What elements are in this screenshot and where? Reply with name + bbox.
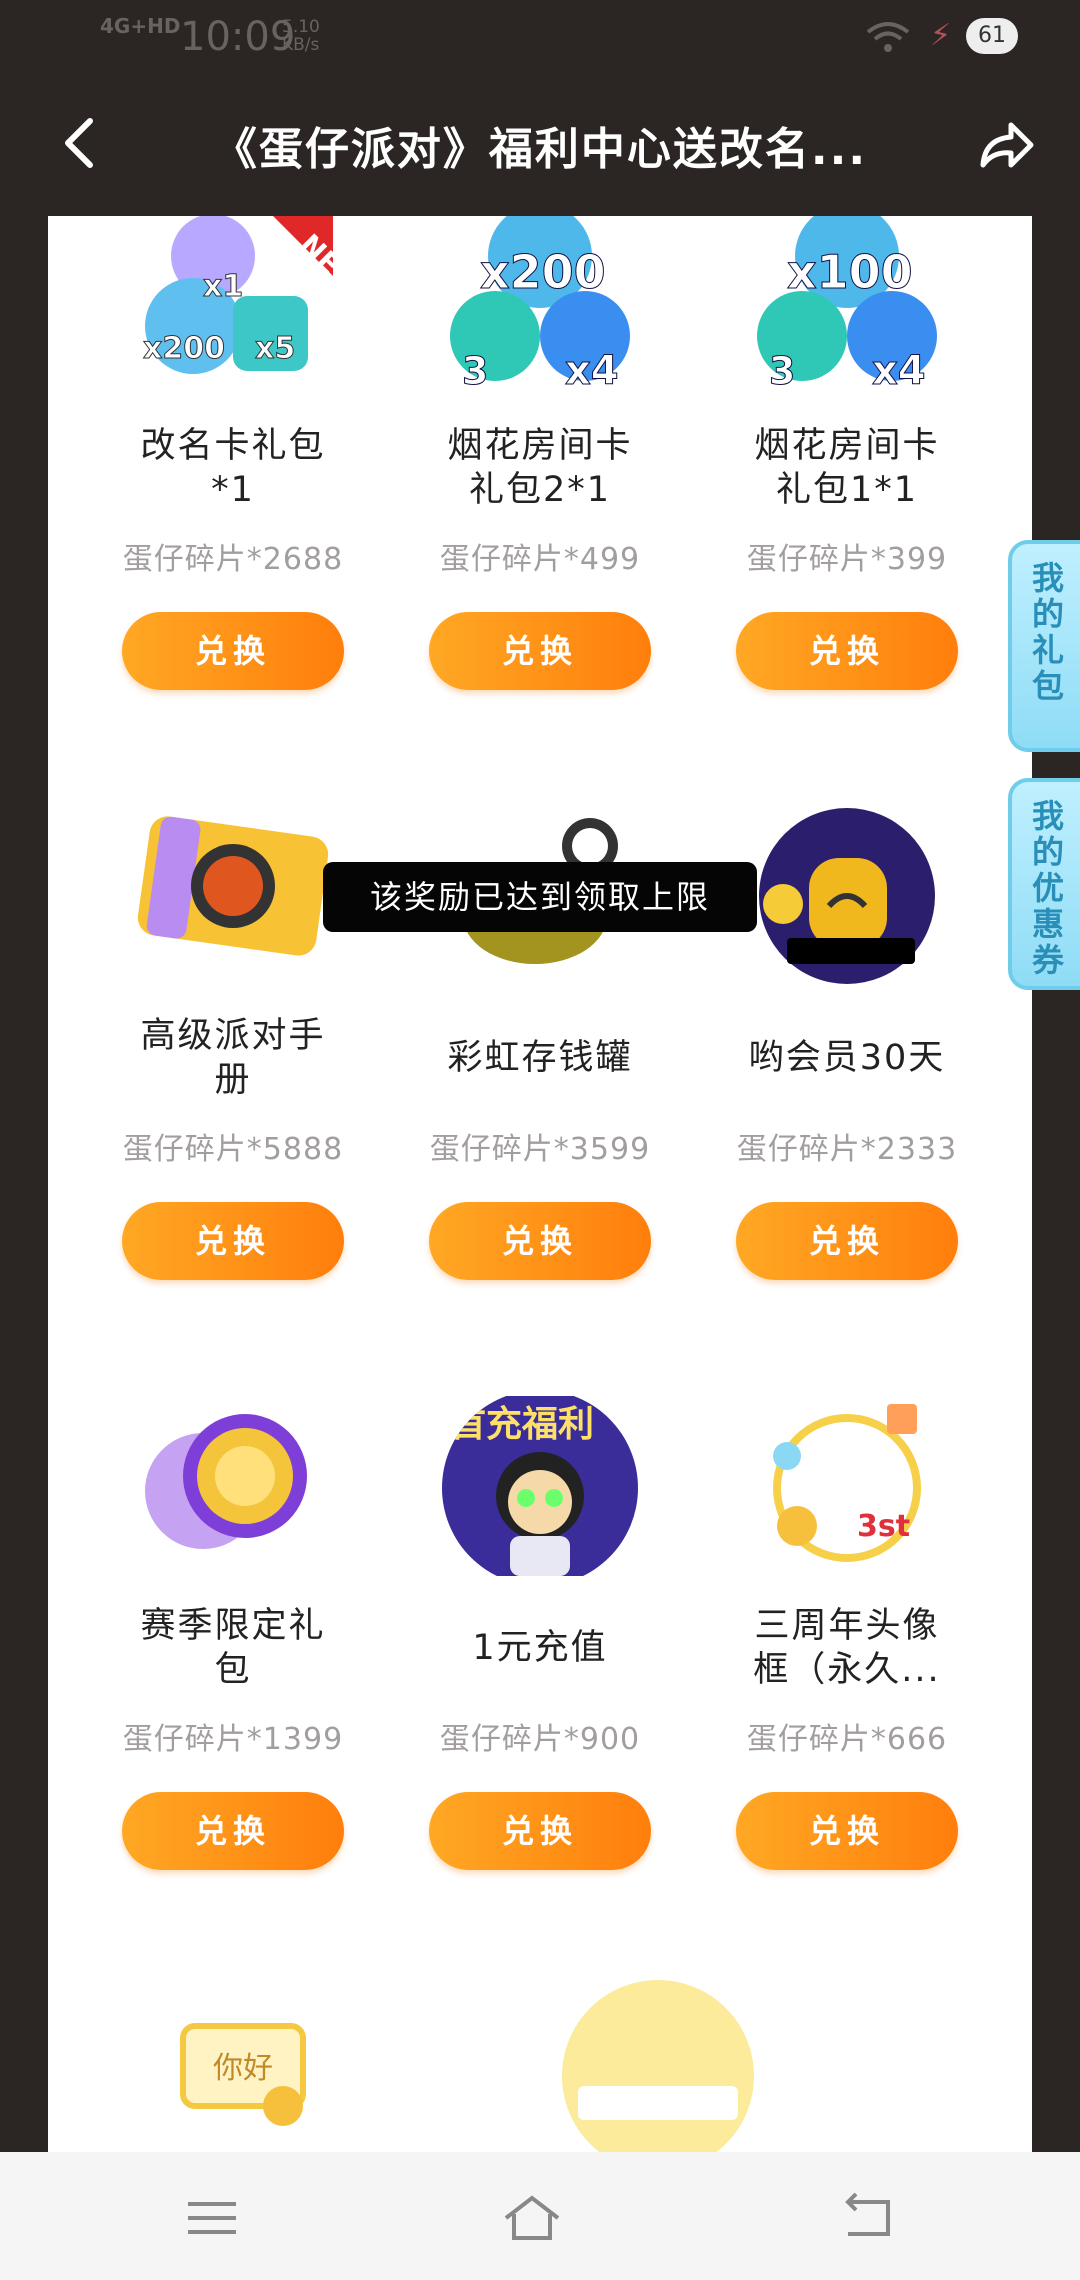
- reward-name: 哟会员30天: [748, 1038, 946, 1078]
- reward-name: 烟花房间卡礼包1*1: [754, 426, 940, 510]
- svg-text:首充福利: 首充福利: [450, 1404, 594, 1445]
- app-header: 《蛋仔派对》福利中心送改名...: [0, 75, 1080, 215]
- page-title: 《蛋仔派对》福利中心送改名...: [212, 124, 868, 175]
- reward-price: 蛋仔碎片*666: [746, 1722, 948, 1757]
- exchange-button[interactable]: 兑换: [122, 1202, 344, 1280]
- reward-image-hello-frame: 你好: [133, 1986, 333, 2152]
- exchange-button[interactable]: 兑换: [122, 612, 344, 690]
- reward-card: 3st 三周年头像框（永久... 蛋仔碎片*666 兑换: [697, 1396, 997, 1870]
- side-tab-label: 我的优惠券: [1031, 797, 1064, 979]
- reward-price: 蛋仔碎片*900: [439, 1722, 641, 1757]
- toast-message: 该奖励已达到领取上限: [323, 862, 757, 932]
- svg-text:x4: x4: [872, 348, 926, 394]
- side-tab-my-coupons[interactable]: 我的优惠券: [1008, 778, 1080, 990]
- reward-image-rename-pack: NEW x1 x200 x5: [133, 216, 368, 396]
- reward-price: 蛋仔碎片*2333: [736, 1132, 958, 1167]
- share-icon[interactable]: [975, 115, 1035, 175]
- svg-text:你好: 你好: [213, 2051, 273, 2086]
- exchange-button[interactable]: 兑换: [122, 1792, 344, 1870]
- reward-price: 蛋仔碎片*1399: [122, 1722, 344, 1757]
- reward-price: 蛋仔碎片*3599: [429, 1132, 651, 1167]
- clock: 10:09: [180, 14, 296, 60]
- reward-image-anniversary-frame: 3st: [747, 1396, 947, 1576]
- reward-image-firework-room-card-1: x100 3 x4: [747, 216, 947, 396]
- reward-name: 1元充值: [472, 1628, 608, 1668]
- reward-image-recharge-1-yuan: 首充福利: [440, 1390, 640, 1586]
- reward-card: 首充福利 1元充值 蛋仔碎片*900 兑换: [390, 1390, 690, 1870]
- rewards-panel[interactable]: NEW x1 x200 x5 改名卡礼包*1 蛋仔碎片*2688 兑换 x200…: [48, 216, 1032, 2152]
- exchange-button[interactable]: 兑换: [736, 1202, 958, 1280]
- reward-image-party-handbook: [133, 806, 333, 986]
- reward-price: 蛋仔碎片*399: [746, 542, 948, 577]
- reward-price: 蛋仔碎片*499: [439, 542, 641, 577]
- side-tab-my-gifts[interactable]: 我的礼包: [1008, 540, 1080, 752]
- wifi-icon: [866, 22, 910, 52]
- network-indicator: 4G+HD: [100, 14, 181, 38]
- svg-text:x200: x200: [480, 245, 606, 299]
- back-icon[interactable]: [838, 2188, 898, 2248]
- reward-name: 高级派对手册: [140, 1016, 326, 1100]
- menu-icon[interactable]: [182, 2188, 242, 2248]
- reward-card: NEW x1 x200 x5 改名卡礼包*1 蛋仔碎片*2688 兑换: [83, 216, 383, 690]
- side-tab-label: 我的礼包: [1031, 559, 1064, 705]
- reward-image-vip-30-days: [747, 806, 947, 986]
- charging-icon: ⚡: [930, 18, 952, 53]
- exchange-button[interactable]: 兑换: [736, 1792, 958, 1870]
- reward-card-partial: 你好: [83, 1986, 383, 2152]
- svg-text:3: 3: [462, 349, 488, 393]
- svg-text:x100: x100: [787, 245, 913, 299]
- battery-indicator: 61: [966, 18, 1018, 54]
- reward-card: 赛季限定礼包 蛋仔碎片*1399 兑换: [83, 1396, 383, 1870]
- reward-name: 彩虹存钱罐: [447, 1038, 633, 1078]
- svg-text:x1: x1: [203, 269, 243, 304]
- reward-card-partial: [508, 1976, 808, 2152]
- svg-text:3st: 3st: [857, 1509, 910, 1544]
- system-nav-bar: [0, 2152, 1080, 2280]
- reward-card: x200 3 x4 烟花房间卡礼包2*1 蛋仔碎片*499 兑换: [390, 216, 690, 690]
- reward-price: 蛋仔碎片*5888: [122, 1132, 344, 1167]
- reward-image-season-pack: [133, 1396, 333, 1576]
- back-arrow-icon[interactable]: [52, 113, 112, 173]
- reward-card: x100 3 x4 烟花房间卡礼包1*1 蛋仔碎片*399 兑换: [697, 216, 997, 690]
- reward-price: 蛋仔碎片*2688: [122, 542, 344, 577]
- status-bar: 4G+HD 10:09 5.10 KB/s ⚡ 61: [0, 0, 1080, 75]
- exchange-button[interactable]: 兑换: [429, 612, 651, 690]
- svg-text:x5: x5: [255, 331, 295, 366]
- svg-text:x200: x200: [143, 331, 225, 366]
- svg-text:3: 3: [769, 349, 795, 393]
- home-icon[interactable]: [502, 2188, 562, 2248]
- exchange-button[interactable]: 兑换: [429, 1792, 651, 1870]
- reward-name: 改名卡礼包*1: [140, 426, 326, 510]
- exchange-button[interactable]: 兑换: [736, 612, 958, 690]
- svg-text:x4: x4: [565, 348, 619, 394]
- exchange-button[interactable]: 兑换: [429, 1202, 651, 1280]
- reward-name: 烟花房间卡礼包2*1: [447, 426, 633, 510]
- reward-name: 赛季限定礼包: [140, 1606, 326, 1690]
- reward-image-firework-room-card-2: x200 3 x4: [440, 216, 640, 396]
- net-speed: 5.10 KB/s: [282, 17, 320, 55]
- reward-name: 三周年头像框（永久...: [753, 1606, 941, 1690]
- reward-image-yellow-disc: [558, 1976, 758, 2152]
